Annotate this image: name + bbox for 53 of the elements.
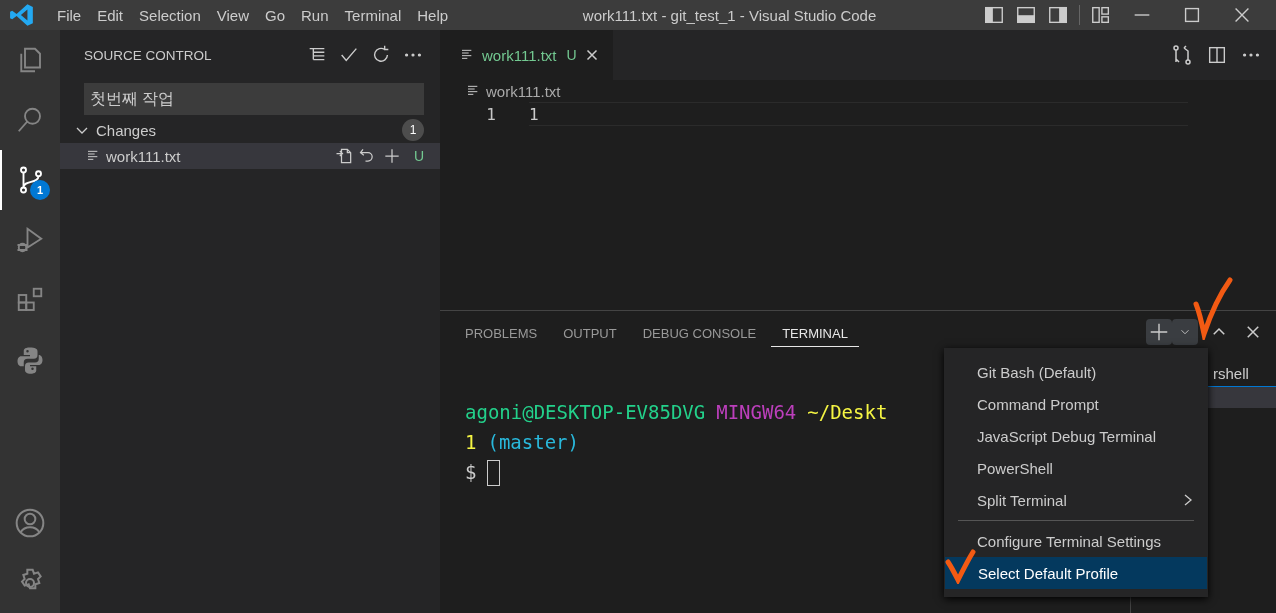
menu-item[interactable]: Terminal — [336, 6, 410, 24]
menu-item[interactable]: File — [49, 6, 90, 24]
menu-item[interactable]: Edit — [89, 6, 132, 24]
check-mark-drawing — [1192, 276, 1234, 340]
count-badge: 1 — [402, 119, 424, 141]
panel-tab[interactable]: PROBLEMS — [454, 317, 549, 347]
panel-tab[interactable]: OUTPUT — [552, 317, 628, 347]
check-mark-drawing — [944, 548, 976, 584]
run-debug-icon[interactable] — [15, 225, 45, 255]
submenu-chevron-icon — [1182, 492, 1194, 508]
sidebar-toggle-icon[interactable] — [983, 4, 1005, 26]
status-letter: U — [413, 148, 424, 164]
menu-item[interactable]: Git Bash (Default) — [944, 356, 1208, 388]
menu-item[interactable]: Split Terminal — [944, 484, 1208, 516]
menu-item[interactable]: Configure Terminal Settings — [944, 525, 1208, 557]
secondary-sidebar-icon[interactable] — [1047, 4, 1069, 26]
terminal-cursor — [487, 460, 501, 486]
close-icon[interactable] — [1244, 323, 1262, 341]
terminal-text: $ — [465, 460, 477, 485]
terminal-text: (master) — [487, 430, 579, 455]
panel-tab[interactable]: TERMINAL — [771, 317, 859, 347]
split-editor-icon[interactable] — [1206, 44, 1228, 66]
code-line: 1 — [529, 102, 1188, 126]
terminal-text: ~/Deskt — [807, 400, 888, 425]
count-badge: 1 — [30, 180, 50, 200]
menu-item[interactable]: View — [208, 6, 257, 24]
panel-toggle-icon[interactable] — [1015, 4, 1037, 26]
new-terminal-icon[interactable] — [1148, 321, 1170, 343]
menu-item[interactable]: Command Prompt — [944, 388, 1208, 420]
window-title: work111.txt - git_test_1 - Visual Studio Code — [581, 6, 878, 24]
menu-item[interactable]: Run — [293, 6, 337, 24]
commit-message-field[interactable]: 첫번째 작업 — [84, 83, 424, 115]
logo-icon — [9, 2, 35, 28]
breadcrumb[interactable]: work111.txt — [440, 80, 1276, 102]
sidebar-title: SOURCE CONTROL — [84, 47, 213, 63]
menu-item[interactable]: Go — [257, 6, 293, 24]
changed-file-row[interactable]: work111.txt U — [60, 143, 440, 169]
menu-item[interactable]: PowerShell — [944, 452, 1208, 484]
compare-changes-icon[interactable] — [1170, 43, 1194, 67]
line-number: 1 — [485, 104, 496, 124]
panel-tab[interactable]: DEBUG CONSOLE — [631, 317, 768, 347]
python-icon[interactable] — [15, 345, 45, 375]
changes-group[interactable]: Changes 1 — [60, 117, 440, 143]
menu-item[interactable]: JavaScript Debug Terminal — [944, 420, 1208, 452]
layout-icon[interactable] — [1090, 4, 1112, 26]
editor-tab[interactable]: work111.txt U — [440, 30, 613, 80]
menu-item[interactable]: Select Default Profile — [945, 557, 1207, 589]
terminal-text: agoni@DESKTOP-EV85DVG — [465, 400, 706, 425]
menu-item[interactable]: Help — [409, 6, 457, 24]
menu-item[interactable]: Selection — [131, 6, 209, 24]
terminal-text: 1 — [465, 430, 477, 455]
terminal-text: MINGW64 — [716, 400, 797, 425]
account-icon[interactable] — [14, 507, 46, 539]
